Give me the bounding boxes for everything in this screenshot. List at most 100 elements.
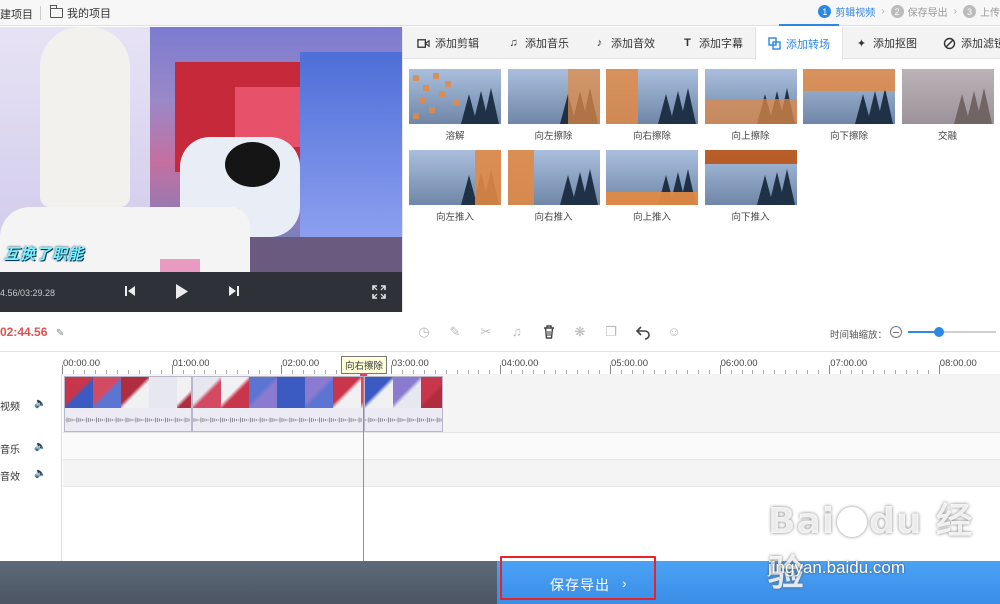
delete-icon[interactable] <box>541 324 557 340</box>
clip-frame <box>305 377 333 408</box>
step-upload[interactable]: 3 上传 <box>963 4 1000 19</box>
clip-frames <box>65 377 191 408</box>
play-icon[interactable] <box>175 283 189 300</box>
emoji-icon[interactable]: ☺ <box>666 324 682 340</box>
ruler-tick-label: 03:00.00 <box>391 358 429 369</box>
transition-thumb-wipe-down[interactable] <box>803 69 895 124</box>
tab-add-sound-effect[interactable]: ♪ 添加音效 <box>593 27 655 59</box>
video-clip[interactable] <box>192 376 364 432</box>
transition-preview <box>409 150 501 205</box>
ruler-tick <box>500 365 502 374</box>
chevron-right-icon: › <box>881 6 885 17</box>
watermark-url: jingyan.baidu.com <box>768 558 906 577</box>
clip-frame <box>121 377 149 408</box>
video-caption: 互换了职能 <box>4 246 85 263</box>
tab-label: 添加滤镜 <box>961 38 1000 50</box>
video-track[interactable] <box>63 374 1000 433</box>
effects-tabs: 添加剪辑 ♫ 添加音乐 ♪ 添加音效 T 添加字幕 添加转场 ✦ 添加抠图 添加… <box>403 27 1000 60</box>
copy-icon[interactable]: ❐ <box>603 324 619 340</box>
tab-add-clip[interactable]: 添加剪辑 <box>417 27 479 59</box>
folder-icon <box>50 5 63 18</box>
tab-label: 添加音效 <box>611 38 655 50</box>
tab-add-music[interactable]: ♫ 添加音乐 <box>507 27 569 59</box>
music-track[interactable] <box>63 433 1000 460</box>
tab-add-filter[interactable]: 添加滤镜 <box>943 27 1000 59</box>
speaker-icon[interactable]: 🔈 <box>34 468 46 479</box>
transition-icon <box>768 37 781 50</box>
track-label: 视频 <box>0 402 20 413</box>
current-time: 02:44.56 <box>0 325 48 339</box>
transition-thumb-wipe-up[interactable] <box>704 69 797 124</box>
transition-preview <box>606 150 698 205</box>
zoom-slider-handle[interactable] <box>933 327 944 337</box>
step-save-export[interactable]: 2 保存导出 <box>890 4 948 19</box>
tab-add-transition[interactable]: 添加转场 <box>755 27 843 60</box>
my-projects-label: 我的项目 <box>67 8 111 20</box>
tab-label: 添加转场 <box>786 38 830 51</box>
previous-frame-icon[interactable] <box>124 284 136 298</box>
transition-label: 交融 <box>937 131 957 142</box>
clip-frames <box>193 377 363 408</box>
tab-label: 添加抠图 <box>873 38 917 50</box>
video-clip[interactable] <box>64 376 192 432</box>
speed-icon[interactable]: ◷ <box>416 324 432 340</box>
undo-icon[interactable] <box>635 324 651 340</box>
transition-preview <box>803 69 895 124</box>
ruler-tick <box>171 365 173 374</box>
preview-scene <box>300 52 402 242</box>
cutout-icon: ✦ <box>856 37 867 50</box>
track-header-video: 视频 🔈 <box>0 398 62 413</box>
scissors-icon[interactable]: ✂ <box>478 324 494 340</box>
timeline-ruler[interactable]: 00:00.00 01:00.00 02:00.00 03:00.00 04:00.00… <box>62 352 1000 374</box>
zoom-out-icon[interactable] <box>890 326 902 338</box>
my-projects-button[interactable]: 我的项目 <box>50 5 111 21</box>
transition-label: 溶解 <box>445 131 465 142</box>
bell-icon[interactable]: ♫ <box>509 324 525 340</box>
step-indicator: 1 剪辑视频 › 2 保存导出 › 3 上传 <box>818 4 1000 19</box>
transition-thumb-push-up[interactable] <box>606 150 698 205</box>
transition-thumb-wipe-left[interactable] <box>507 69 600 124</box>
video-clip[interactable] <box>364 376 443 432</box>
step-number: 2 <box>890 5 904 18</box>
ruler-tick <box>938 365 940 374</box>
playback-time: 4.56/03:29.28 <box>0 288 56 298</box>
pencil-icon[interactable]: ✎ <box>447 324 463 340</box>
step-edit-video[interactable]: 1 剪辑视频 <box>818 4 875 19</box>
clip-frame <box>93 377 121 408</box>
clip-frame <box>249 377 277 408</box>
transition-thumb-blend[interactable] <box>901 69 994 124</box>
transition-preview <box>901 69 994 124</box>
ruler-tick-label: 00:00.00 <box>63 358 100 369</box>
effects-panel: 添加剪辑 ♫ 添加音乐 ♪ 添加音效 T 添加字幕 添加转场 ✦ 添加抠图 添加… <box>402 27 1000 312</box>
edit-time-icon[interactable]: ✎ <box>56 328 64 339</box>
fullscreen-icon[interactable] <box>372 285 386 299</box>
tab-add-subtitle[interactable]: T 添加字幕 <box>681 27 743 59</box>
clip-frame <box>193 377 221 408</box>
ruler-tick-label: 08:00.00 <box>939 358 977 369</box>
transition-label: 向上推入 <box>632 212 671 223</box>
playhead[interactable] <box>363 362 364 561</box>
track-label: 音效 <box>0 472 20 483</box>
transition-thumb-push-left[interactable] <box>409 150 501 205</box>
sound-effect-track[interactable] <box>63 460 1000 487</box>
transition-preview <box>704 69 797 124</box>
next-frame-icon[interactable] <box>228 284 240 298</box>
transition-tooltip: 向右擦除 <box>341 356 388 374</box>
baidu-logo: Bai du 经验 <box>768 501 974 594</box>
new-project-label: 建项目 <box>0 9 33 21</box>
video-preview[interactable]: 互换了职能 <box>0 27 402 272</box>
transition-label: 向下推入 <box>731 212 770 223</box>
transition-thumb-push-right[interactable] <box>507 150 600 205</box>
detach-icon[interactable]: ❋ <box>572 324 588 340</box>
speaker-icon[interactable]: 🔈 <box>34 398 46 409</box>
speaker-icon[interactable]: 🔈 <box>34 441 46 452</box>
tab-add-cutout[interactable]: ✦ 添加抠图 <box>855 27 917 59</box>
track-header-sound-effect: 音效 🔈 <box>0 468 62 483</box>
transition-preview <box>507 150 600 205</box>
ruler-tick <box>829 365 831 374</box>
transition-thumb-dissolve[interactable] <box>409 69 501 124</box>
new-project-button[interactable]: 建项目 <box>0 6 33 22</box>
transition-thumb-push-down[interactable] <box>704 150 797 205</box>
transition-thumb-wipe-right[interactable] <box>606 69 698 124</box>
timeline-toolbar: 02:44.56 ✎ ◷ ✎ ✂ ♫ ❋ ❐ ☺ 时间轴缩放： <box>0 312 1000 352</box>
